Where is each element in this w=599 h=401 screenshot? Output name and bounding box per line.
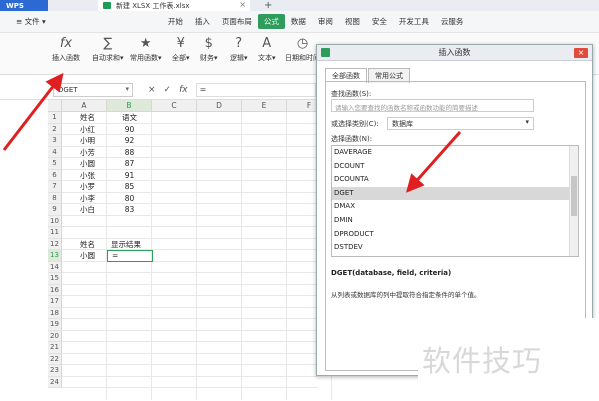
arrow-to-insert-function bbox=[2, 72, 64, 151]
arrow-to-dget bbox=[406, 131, 462, 193]
annotation-arrows bbox=[2, 72, 462, 193]
